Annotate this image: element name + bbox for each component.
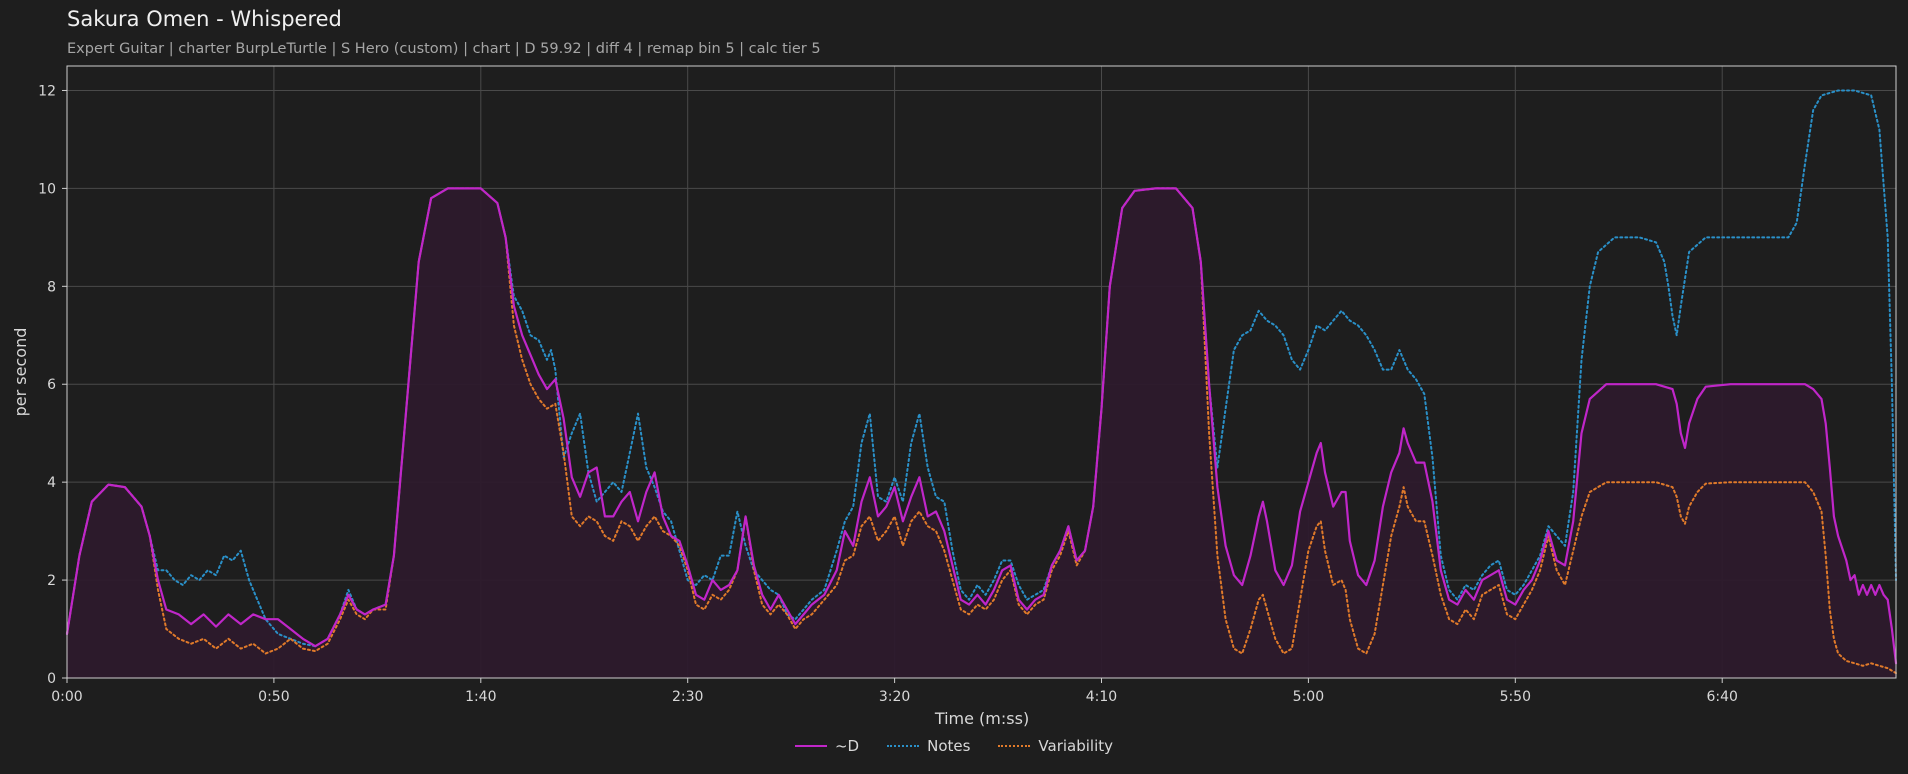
x-tick-label: 5:50 xyxy=(1500,689,1531,705)
x-tick-label: 3:20 xyxy=(879,689,910,705)
legend-item-d: ~D xyxy=(794,737,860,755)
x-tick-label: 1:40 xyxy=(465,689,496,705)
d-area-fill xyxy=(67,188,1896,678)
x-tick-label: 0:50 xyxy=(258,689,289,705)
x-tick-label: 4:10 xyxy=(1086,689,1117,705)
legend-label-d: ~D xyxy=(834,737,860,755)
legend-label-variability: Variability xyxy=(1038,737,1114,755)
legend-label-notes: Notes xyxy=(927,737,971,755)
x-axis-label: Time (m:ss) xyxy=(934,709,1029,728)
legend: ~D Notes Variability xyxy=(0,737,1908,755)
x-tick-label: 2:30 xyxy=(672,689,703,705)
y-tick-label: 6 xyxy=(47,377,56,393)
legend-item-notes: Notes xyxy=(887,737,970,755)
y-tick-label: 10 xyxy=(38,181,56,197)
fill-layer xyxy=(67,188,1896,678)
legend-swatch-d xyxy=(794,745,827,747)
y-axis-label: per second xyxy=(11,328,30,417)
y-tick-label: 8 xyxy=(47,279,56,295)
y-tick-label: 12 xyxy=(38,83,56,99)
x-tick-label: 5:00 xyxy=(1293,689,1324,705)
y-tick-label: 4 xyxy=(47,475,56,491)
legend-item-variability: Variability xyxy=(998,737,1113,755)
y-tick-label: 2 xyxy=(47,573,56,589)
legend-swatch-variability xyxy=(998,745,1031,747)
x-tick-label: 6:40 xyxy=(1706,689,1737,705)
y-tick-label: 0 xyxy=(47,671,56,687)
chart-svg: 0:00 0:50 1:40 2:30 3:20 4:10 5:00 5:50 6:40 0 2 4 6… xyxy=(11,65,1898,728)
x-tick-label: 0:00 xyxy=(51,689,82,705)
legend-swatch-notes xyxy=(887,745,920,747)
